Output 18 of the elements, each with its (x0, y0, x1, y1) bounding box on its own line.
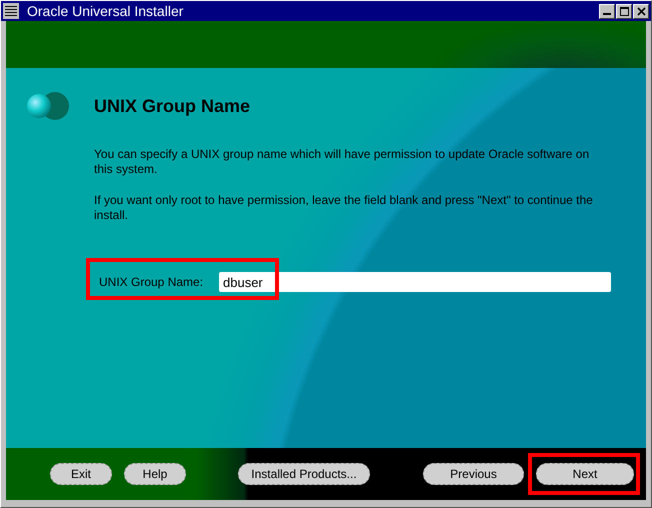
spheres-icon (26, 90, 70, 122)
footer-button[interactable]: Exit (50, 463, 112, 485)
footer-button[interactable]: Help (124, 463, 186, 485)
close-icon (636, 6, 646, 16)
field-label: UNIX Group Name: (99, 274, 204, 291)
menu-icon[interactable] (3, 3, 19, 19)
footer-button[interactable]: Next (536, 463, 634, 485)
footer-button[interactable]: Installed Products... (238, 463, 370, 485)
instruction-text: If you want only root to have permission, leave the field blank and press "Next" to continue the install. (94, 193, 594, 223)
instruction-text: You can specify a UNIX group name which will have permission to update Oracle software on this system. (94, 147, 590, 177)
footer-button[interactable]: Previous (423, 463, 524, 485)
window-title: Oracle Universal Installer (27, 2, 184, 20)
minimize-button[interactable] (599, 4, 615, 18)
maximize-icon (620, 6, 628, 16)
group-name-field[interactable]: dbuser (219, 272, 611, 292)
maximize-button[interactable] (616, 4, 632, 18)
close-button[interactable] (633, 4, 649, 18)
page-title: UNIX Group Name (94, 94, 250, 118)
